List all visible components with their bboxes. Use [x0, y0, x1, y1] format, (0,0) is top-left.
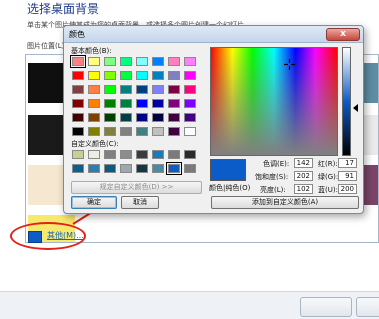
color-solid-label: 颜色|纯色(O): [209, 184, 251, 192]
basic-color-cell[interactable]: [104, 113, 116, 122]
cancel-button-page[interactable]: [356, 297, 379, 317]
cancel-button[interactable]: 取消: [121, 196, 159, 209]
custom-color-cell[interactable]: [88, 150, 100, 159]
luminance-field[interactable]: 102: [294, 184, 313, 194]
basic-color-cell[interactable]: [120, 99, 132, 108]
basic-color-cell[interactable]: [70, 55, 86, 68]
save-changes-button[interactable]: [300, 297, 352, 317]
add-to-custom-colors-button[interactable]: 添加到自定义颜色(A): [211, 196, 359, 209]
custom-color-cell[interactable]: [88, 164, 100, 173]
basic-color-cell[interactable]: [120, 71, 132, 80]
custom-color-cell[interactable]: [72, 150, 84, 159]
basic-color-cell[interactable]: [184, 57, 196, 66]
crosshair-icon: [284, 59, 295, 70]
dialog-title: 颜色: [69, 30, 85, 39]
red-label: 红(R):: [318, 160, 338, 168]
basic-color-cell[interactable]: [168, 113, 180, 122]
basic-color-cell[interactable]: [72, 113, 84, 122]
basic-color-cell[interactable]: [152, 113, 164, 122]
basic-color-cell[interactable]: [152, 99, 164, 108]
custom-color-cell[interactable]: [136, 150, 148, 159]
basic-colors-label: 基本颜色(B):: [71, 47, 112, 55]
basic-color-cell[interactable]: [168, 85, 180, 94]
hue-field[interactable]: 142: [294, 158, 313, 168]
blue-label: 蓝(U):: [318, 186, 338, 194]
custom-color-cell[interactable]: [104, 150, 116, 159]
hue-label: 色调(E):: [263, 160, 290, 168]
green-field[interactable]: 91: [338, 171, 357, 181]
basic-color-cell[interactable]: [120, 127, 132, 136]
basic-color-cell[interactable]: [72, 85, 84, 94]
basic-color-cell[interactable]: [104, 57, 116, 66]
basic-color-cell[interactable]: [88, 57, 100, 66]
basic-color-cell[interactable]: [120, 113, 132, 122]
custom-color-cell[interactable]: [184, 150, 196, 159]
custom-color-cell[interactable]: [184, 164, 196, 173]
basic-color-cell[interactable]: [168, 57, 180, 66]
basic-color-cell[interactable]: [136, 71, 148, 80]
basic-color-cell[interactable]: [88, 71, 100, 80]
basic-color-cell[interactable]: [88, 113, 100, 122]
custom-color-cell[interactable]: [166, 162, 182, 175]
blue-field[interactable]: 200: [338, 184, 357, 194]
custom-color-cell[interactable]: [136, 164, 148, 173]
basic-color-cell[interactable]: [168, 99, 180, 108]
basic-color-cell[interactable]: [72, 127, 84, 136]
basic-color-cell[interactable]: [168, 71, 180, 80]
basic-color-cell[interactable]: [88, 127, 100, 136]
screen: { "page": { "title": "选择桌面背景", "descript…: [0, 0, 379, 319]
basic-color-cell[interactable]: [152, 85, 164, 94]
basic-color-cell[interactable]: [88, 99, 100, 108]
basic-color-cell[interactable]: [104, 71, 116, 80]
basic-color-cell[interactable]: [152, 71, 164, 80]
basic-color-cell[interactable]: [72, 71, 84, 80]
custom-color-cell[interactable]: [72, 164, 84, 173]
basic-color-cell[interactable]: [136, 99, 148, 108]
basic-color-cell[interactable]: [184, 85, 196, 94]
basic-color-cell[interactable]: [120, 57, 132, 66]
custom-color-cell[interactable]: [120, 150, 132, 159]
custom-colors-label: 自定义颜色(C):: [71, 140, 119, 148]
basic-color-cell[interactable]: [152, 57, 164, 66]
other-color-link[interactable]: 其他(M)...: [47, 230, 84, 241]
basic-color-cell[interactable]: [168, 127, 180, 136]
color-spectrum[interactable]: [210, 47, 338, 156]
custom-color-cell[interactable]: [168, 150, 180, 159]
basic-color-cell[interactable]: [184, 113, 196, 122]
saturation-label: 饱和度(S):: [255, 173, 289, 181]
red-field[interactable]: 17: [338, 158, 357, 168]
define-custom-colors-button[interactable]: 规定自定义颜色(D) >>: [71, 181, 202, 194]
basic-color-cell[interactable]: [72, 99, 84, 108]
basic-color-cell[interactable]: [136, 127, 148, 136]
close-button[interactable]: x: [326, 28, 360, 41]
basic-color-cell[interactable]: [104, 85, 116, 94]
basic-color-cell[interactable]: [88, 85, 100, 94]
basic-color-cell[interactable]: [184, 127, 196, 136]
basic-color-cell[interactable]: [184, 99, 196, 108]
custom-color-cell[interactable]: [120, 164, 132, 173]
custom-color-cell[interactable]: [152, 150, 164, 159]
basic-color-cell[interactable]: [104, 99, 116, 108]
color-dialog: 颜色 x 基本颜色(B): 自定义颜色(C): 规定自定义颜色(D) >> 确定…: [63, 25, 364, 214]
dialog-titlebar: 颜色 x: [64, 26, 363, 43]
basic-color-cell[interactable]: [120, 85, 132, 94]
basic-color-cell[interactable]: [152, 127, 164, 136]
custom-color-cell[interactable]: [104, 164, 116, 173]
current-color-swatch[interactable]: [28, 231, 42, 243]
basic-color-cell[interactable]: [136, 85, 148, 94]
ok-button[interactable]: 确定: [71, 196, 117, 209]
green-label: 绿(G):: [318, 173, 339, 181]
basic-color-cell[interactable]: [136, 57, 148, 66]
basic-color-cell[interactable]: [104, 127, 116, 136]
saturation-field[interactable]: 202: [294, 171, 313, 181]
luminance-label: 亮度(L):: [260, 186, 286, 194]
custom-color-cell[interactable]: [152, 164, 164, 173]
luminance-slider[interactable]: [342, 47, 351, 156]
color-preview: [210, 159, 246, 181]
basic-color-cell[interactable]: [184, 71, 196, 80]
page-title: 选择桌面背景: [27, 2, 100, 16]
luminance-arrow-icon[interactable]: [353, 104, 358, 112]
picture-position-label: 图片位置(L):: [27, 42, 67, 50]
basic-color-cell[interactable]: [136, 113, 148, 122]
